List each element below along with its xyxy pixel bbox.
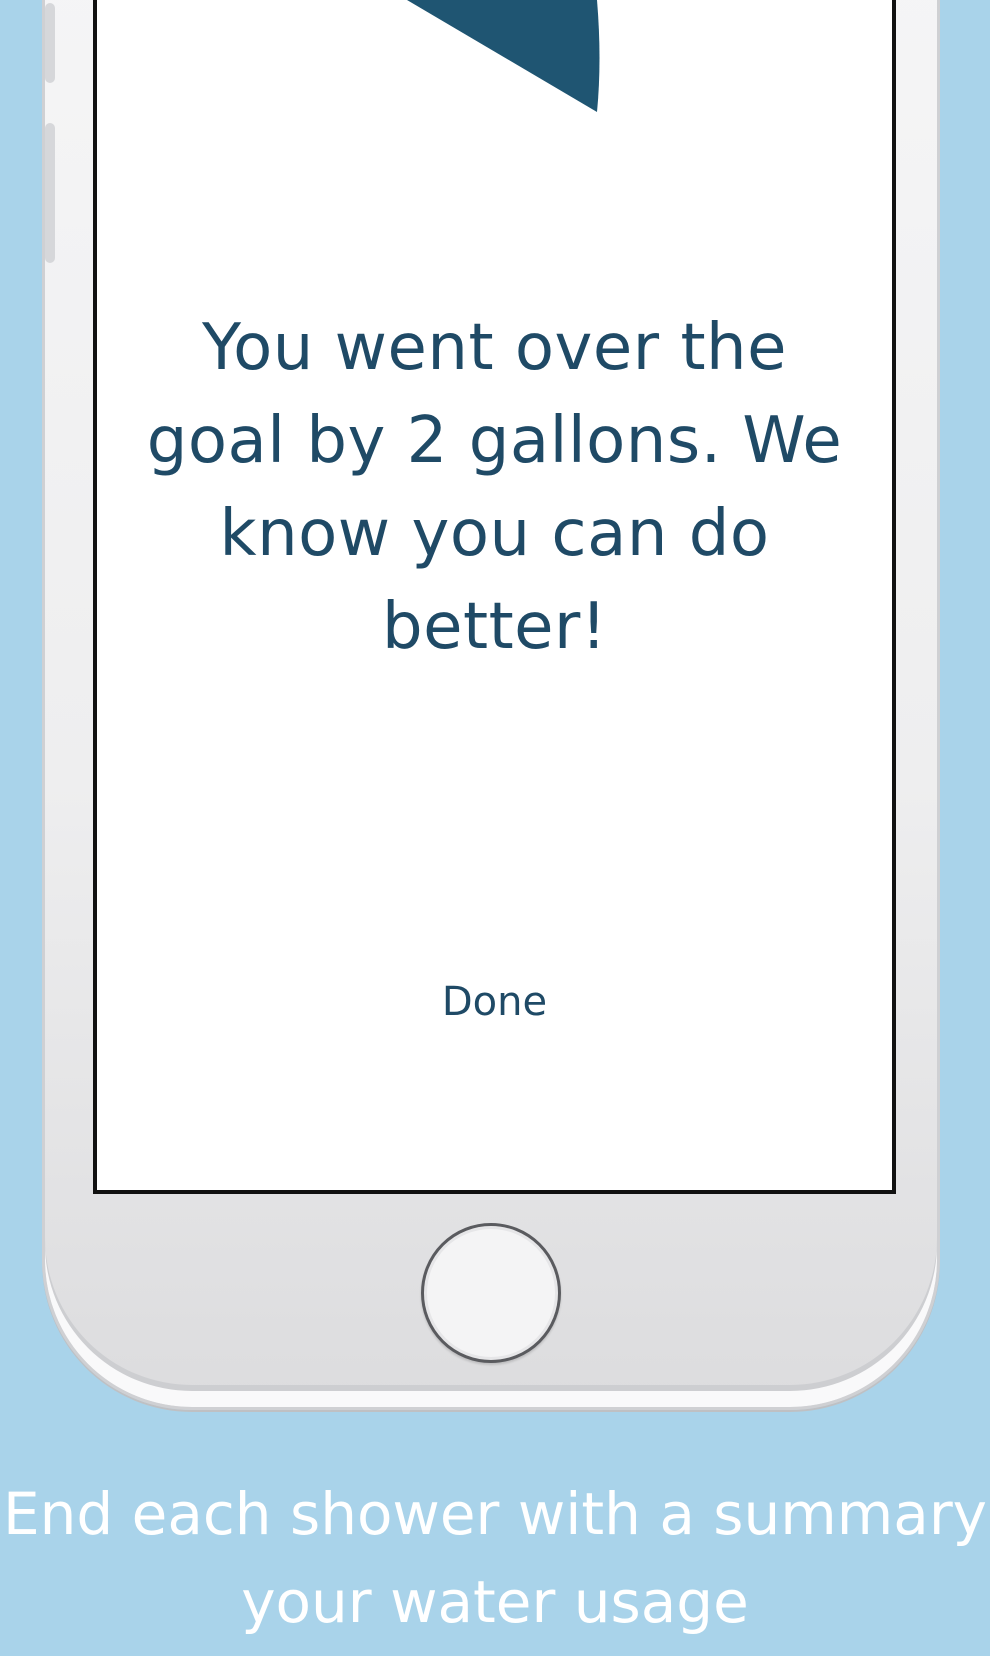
result-message: You went over the goal by 2 gallons. We …	[146, 311, 843, 664]
phone-volume-button	[45, 123, 55, 263]
home-button[interactable]	[421, 1223, 561, 1363]
partial-circle-graphic-icon	[407, 0, 600, 112]
done-button[interactable]: Done	[97, 975, 892, 1029]
app-screen: You went over the goal by 2 gallons. We …	[93, 0, 896, 1194]
phone-side-button	[45, 3, 55, 83]
feature-caption: End each shower with a summary your wate…	[3, 1480, 987, 1636]
